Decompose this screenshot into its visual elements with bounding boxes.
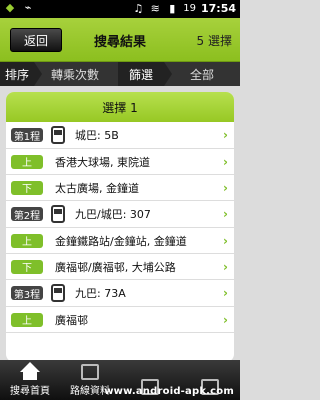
filter-value[interactable]: 全部 — [164, 62, 240, 86]
route-row-1[interactable]: 第1程 城巴: 5B › — [6, 122, 234, 149]
status-right: ♫ ≋ ▮ 19 17:54 — [132, 2, 236, 15]
chevron-right-icon: › — [223, 234, 228, 248]
sort-label[interactable]: 排序 — [0, 62, 34, 86]
sort-bar: 排序 轉乘次數 篩選 全部 — [0, 62, 240, 86]
bus-icon — [51, 205, 65, 223]
signal-icon: ▮ — [169, 1, 176, 15]
android-icon: ◆ — [5, 1, 15, 14]
bus-icon — [51, 284, 65, 302]
usb-icon: ⌁ — [24, 1, 32, 14]
clock: 17:54 — [200, 2, 236, 15]
stop-name: 太古廣場, 金鐘道 — [55, 181, 139, 195]
bottom-nav: 搜尋首頁 路線資料 www.android-apk.com — [0, 360, 240, 400]
stop-row-alight-2[interactable]: 下 廣福邨/廣福邨, 大埔公路 › — [6, 254, 234, 280]
chevron-right-icon: › — [223, 313, 228, 327]
route-name: 九巴: 73A — [75, 287, 126, 300]
stop-row-board-2[interactable]: 上 金鐘鐵路站/金鐘站, 金鐘道 › — [6, 228, 234, 254]
back-button[interactable]: 返回 — [10, 28, 62, 52]
stop-row-board-1[interactable]: 上 香港大球場, 東院道 › — [6, 149, 234, 175]
chevron-right-icon: › — [223, 128, 228, 142]
status-left-icons: ◆ ⌁ — [4, 2, 34, 14]
board-tag: 上 — [11, 312, 43, 327]
stop-name: 香港大球場, 東院道 — [55, 155, 150, 169]
home-icon — [20, 362, 40, 372]
filter-label[interactable]: 篩選 — [118, 62, 164, 86]
route-row-2[interactable]: 第2程 九巴/城巴: 307 › — [6, 201, 234, 228]
stop-name: 金鐘鐵路站/金鐘站, 金鐘道 — [55, 234, 187, 248]
chevron-right-icon: › — [223, 286, 228, 300]
page-title: 搜尋結果 — [93, 35, 146, 50]
battery-level: 19 — [183, 3, 196, 14]
chevron-right-icon: › — [223, 260, 228, 274]
alight-tag: 下 — [11, 259, 43, 274]
route-row-3[interactable]: 第3程 九巴: 73A › — [6, 280, 234, 307]
sort-value[interactable]: 轉乘次數 — [34, 62, 116, 86]
results-list: 第1程 城巴: 5B › 上 香港大球場, 東院道 › 下 太古廣場, 金鐘道 … — [6, 122, 234, 333]
wifi-icon: ≋ — [150, 1, 160, 15]
leg-tag: 第3程 — [11, 286, 43, 301]
home-icon-base — [23, 372, 37, 380]
route-branch-icon — [81, 364, 99, 380]
headset-icon: ♫ — [133, 1, 144, 15]
stop-row-board-3[interactable]: 上 廣福邨 › — [6, 307, 234, 333]
selection-count: 5 選擇 — [196, 34, 232, 48]
leg-tag: 第2程 — [11, 207, 43, 222]
chevron-right-icon: › — [223, 207, 228, 221]
leg-tag: 第1程 — [11, 128, 43, 143]
nav-search-home-label: 搜尋首頁 — [10, 386, 50, 397]
watermark: www.android-apk.com — [104, 386, 234, 397]
bus-icon — [51, 126, 65, 144]
status-bar: ◆ ⌁ ♫ ≋ ▮ 19 17:54 — [0, 0, 240, 18]
route-name: 城巴: 5B — [75, 129, 119, 142]
title-bar: 返回 搜尋結果 5 選擇 — [0, 18, 240, 62]
route-name: 九巴/城巴: 307 — [75, 208, 151, 221]
nav-search-home[interactable]: 搜尋首頁 — [0, 360, 60, 400]
board-tag: 上 — [11, 233, 43, 248]
stop-row-alight-1[interactable]: 下 太古廣場, 金鐘道 › — [6, 175, 234, 201]
board-tag: 上 — [11, 154, 43, 169]
chevron-right-icon: › — [223, 155, 228, 169]
option-header: 選擇 1 — [6, 92, 234, 122]
chevron-right-icon: › — [223, 181, 228, 195]
results-panel: 選擇 1 第1程 城巴: 5B › 上 香港大球場, 東院道 › 下 太古廣場,… — [6, 92, 234, 362]
stop-name: 廣福邨/廣福邨, 大埔公路 — [55, 260, 176, 274]
alight-tag: 下 — [11, 180, 43, 195]
stop-name: 廣福邨 — [55, 313, 88, 327]
